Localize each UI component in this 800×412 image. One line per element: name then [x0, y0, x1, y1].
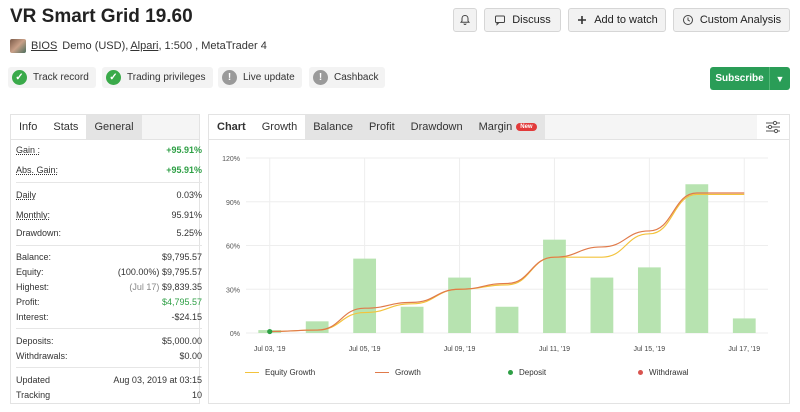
chart-bar	[305, 321, 329, 333]
x-tick-label: Jul 09, '19	[444, 346, 476, 353]
legend-withdrawal[interactable]: Withdrawal	[638, 368, 689, 377]
stat-abs-gain: Abs. Gain: +95.91%	[16, 165, 202, 175]
tab-margin[interactable]: Margin New	[470, 115, 545, 139]
chart-tabs: Chart Growth Balance Profit Drawdown Mar…	[209, 115, 789, 140]
account-details: , 1:500 , MetaTrader 4	[158, 40, 267, 52]
legend-deposit[interactable]: Deposit	[508, 368, 546, 377]
chat-icon	[495, 15, 506, 26]
exclamation-icon: !	[222, 70, 237, 85]
chevron-down-icon[interactable]: ▼	[770, 74, 790, 84]
tab-growth[interactable]: Growth	[253, 115, 306, 139]
tab-info[interactable]: Info	[11, 115, 46, 139]
x-tick-label: Jul 05, '19	[349, 346, 381, 353]
stat-updated: Updated Aug 03, 2019 at 03:15	[16, 375, 202, 385]
chart-bar	[590, 277, 614, 333]
badge-live-update[interactable]: ! Live update	[218, 67, 302, 88]
stat-interest: Interest: -$24.15	[16, 312, 202, 322]
subscribe-label: Subscribe	[715, 73, 764, 84]
y-tick-label: 60%	[226, 244, 240, 251]
add-to-watch-button[interactable]: Add to watch	[568, 8, 666, 32]
legend-equity-growth[interactable]: Equity Growth	[245, 368, 315, 377]
stat-tracking: Tracking 10	[16, 390, 202, 400]
chart-bar	[495, 306, 519, 333]
stat-highest: Highest: (Jul 17) $9,839.35	[16, 282, 202, 292]
y-tick-label: 120%	[222, 156, 240, 163]
tab-chart[interactable]: Chart	[209, 115, 254, 139]
notification-button[interactable]	[453, 8, 477, 32]
tab-margin-label: Margin	[478, 121, 513, 133]
badge-label: Trading privileges	[127, 72, 206, 83]
stat-monthly: Monthly: 95.91%	[16, 210, 202, 220]
badge-label: Cashback	[334, 72, 379, 83]
plus-icon	[578, 16, 587, 24]
exclamation-icon: !	[313, 70, 328, 85]
new-badge: New	[516, 123, 537, 131]
chart-bar	[637, 267, 661, 333]
avatar[interactable]	[10, 39, 26, 53]
clock-icon	[682, 15, 693, 25]
stat-drawdown: Drawdown: 5.25%	[16, 228, 202, 238]
chart-bar	[353, 258, 377, 333]
tab-general[interactable]: General	[86, 115, 142, 139]
tab-stats[interactable]: Stats	[45, 115, 87, 139]
custom-analysis-button[interactable]: Custom Analysis	[673, 8, 790, 32]
badge-label: Live update	[243, 72, 295, 83]
x-tick-label: Jul 15, '19	[634, 346, 666, 353]
badge-trading-privileges[interactable]: ✓ Trading privileges	[102, 67, 213, 88]
chart-bar	[400, 306, 424, 333]
stat-profit: Profit: $4,795.57	[16, 297, 202, 307]
page-title: VR Smart Grid 19.60	[10, 6, 193, 27]
badge-label: Track record	[33, 72, 89, 83]
tab-drawdown[interactable]: Drawdown	[402, 115, 471, 139]
divider	[16, 245, 202, 246]
check-icon: ✓	[12, 70, 27, 85]
divider	[16, 182, 202, 183]
x-tick-label: Jul 03, '19	[254, 346, 286, 353]
stat-balance: Balance: $9,795.57	[16, 252, 202, 262]
chart-bar	[732, 318, 756, 333]
stat-gain: Gain : +95.91%	[16, 145, 202, 155]
discuss-button[interactable]: Discuss	[484, 8, 561, 32]
account-type: Demo (USD),	[62, 40, 129, 52]
x-tick-label: Jul 11, '19	[539, 346, 570, 353]
badge-track-record[interactable]: ✓ Track record	[8, 67, 96, 88]
chart-settings-icon[interactable]	[757, 115, 789, 139]
bell-icon	[459, 14, 471, 25]
discuss-label: Discuss	[512, 14, 551, 26]
growth-chart: 0% 30% 60% 90% 120% Jul 03, '19 Jul 05, '19 Jul…	[222, 156, 768, 353]
x-tick-label: Jul 17, '19	[728, 346, 760, 353]
subscribe-button[interactable]: Subscribe ▼	[710, 67, 790, 90]
chart-bar	[685, 184, 709, 333]
watch-label: Add to watch	[594, 14, 658, 26]
broker-link[interactable]: Alpari	[130, 40, 158, 52]
stat-deposits: Deposits: $5,000.00	[16, 336, 202, 346]
badge-cashback[interactable]: ! Cashback	[309, 67, 386, 88]
chart-bar	[543, 239, 566, 333]
chart-bar	[448, 277, 471, 333]
divider	[16, 367, 202, 368]
y-tick-label: 0%	[230, 331, 240, 338]
account-info: BIOS Demo (USD), Alpari , 1:500 , MetaTr…	[10, 39, 267, 53]
analysis-label: Custom Analysis	[699, 14, 782, 26]
stats-tabs: Info Stats General	[11, 115, 199, 140]
author-link[interactable]: BIOS	[31, 40, 57, 52]
divider	[16, 328, 202, 329]
legend-growth[interactable]: Growth	[375, 368, 421, 377]
tab-profit[interactable]: Profit	[360, 115, 403, 139]
y-tick-label: 30%	[226, 287, 240, 294]
tab-balance[interactable]: Balance	[305, 115, 361, 139]
stat-equity: Equity: (100.00%) $9,795.57	[16, 267, 202, 277]
y-tick-label: 90%	[226, 200, 240, 207]
deposit-point	[267, 328, 273, 335]
stat-daily: Daily 0.03%	[16, 190, 202, 200]
check-icon: ✓	[106, 70, 121, 85]
stat-withdrawals: Withdrawals: $0.00	[16, 351, 202, 361]
